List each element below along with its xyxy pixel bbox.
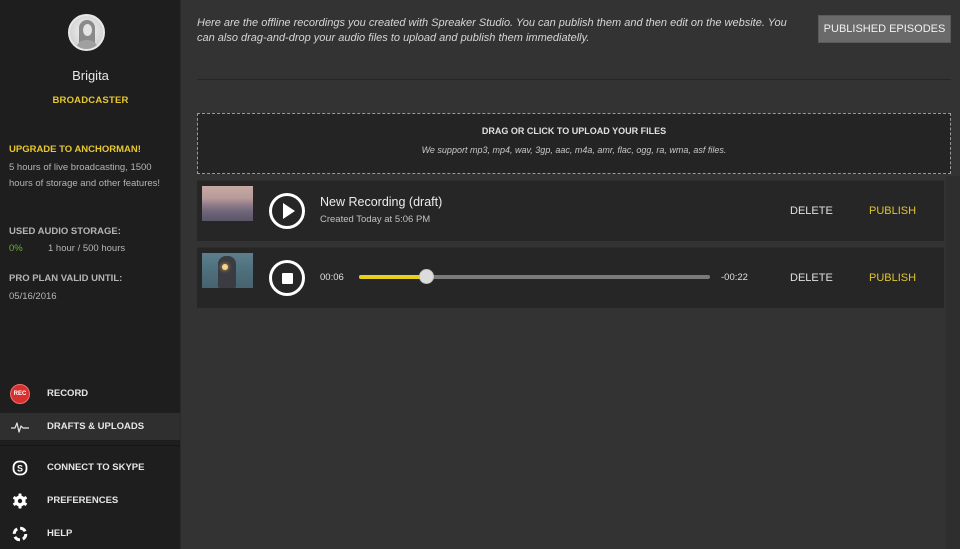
play-button[interactable] (269, 193, 305, 229)
rec-icon: REC (10, 383, 30, 404)
rec-badge: REC (10, 383, 30, 404)
recording-row: New Recording (draft) Created Today at 5… (197, 180, 944, 241)
delete-button[interactable]: DELETE (790, 205, 833, 217)
nav-label: HELP (47, 528, 73, 539)
recording-created: Created Today at 5:06 PM (320, 214, 431, 225)
delete-button[interactable]: DELETE (790, 272, 833, 284)
upgrade-description: 5 hours of live broadcasting, 1500 hours… (9, 162, 161, 189)
upload-dropzone[interactable]: DRAG OR CLICK TO UPLOAD YOUR FILES We su… (197, 113, 951, 174)
gear-icon (10, 491, 30, 511)
storage-label: USED AUDIO STORAGE: (9, 226, 121, 237)
skype-icon: S (10, 458, 30, 478)
thumbnail-figure (218, 256, 236, 288)
intro-text: Here are the offline recordings you crea… (197, 17, 787, 44)
time-elapsed: 00:06 (320, 272, 344, 283)
playback-progress-fill (359, 275, 426, 279)
svg-text:S: S (17, 463, 23, 473)
publish-button[interactable]: PUBLISH (869, 272, 916, 284)
nav-divider (0, 445, 180, 446)
thumbnail-light (222, 264, 228, 270)
plan-date: 05/16/2016 (9, 291, 57, 302)
avatar[interactable] (68, 14, 105, 51)
stop-icon (281, 272, 293, 284)
avatar-face (83, 24, 92, 36)
nav-label: RECORD (47, 388, 89, 399)
time-remaining: -00:22 (721, 272, 748, 283)
nav-label: CONNECT TO SKYPE (47, 462, 145, 473)
recording-row: 00:06 -00:22 DELETE PUBLISH (197, 247, 944, 308)
nav-item-preferences[interactable]: PREFERENCES (0, 487, 180, 514)
nav-item-connect-skype[interactable]: S CONNECT TO SKYPE (0, 454, 180, 481)
nav-item-help[interactable]: HELP (0, 520, 180, 547)
dropzone-subtitle: We support mp3, mp4, wav, 3gp, aac, m4a,… (421, 145, 727, 155)
storage-percent: 0% (9, 243, 23, 254)
playback-knob[interactable] (418, 269, 434, 284)
recording-thumbnail (202, 186, 253, 221)
user-name: Brigita (72, 68, 109, 83)
publish-button[interactable]: PUBLISH (869, 205, 916, 217)
waveform-icon (10, 417, 30, 437)
recording-thumbnail (202, 253, 253, 288)
scrollbar-track[interactable] (946, 176, 960, 549)
user-role: BROADCASTER (52, 95, 129, 106)
nav-label: DRAFTS & UPLOADS (47, 421, 145, 432)
lifebuoy-icon (10, 524, 30, 544)
divider (197, 79, 951, 80)
dropzone-title: DRAG OR CLICK TO UPLOAD YOUR FILES (481, 126, 667, 136)
main-content: Here are the offline recordings you crea… (181, 0, 960, 549)
nav-item-drafts-uploads[interactable]: DRAFTS & UPLOADS (0, 413, 180, 440)
recording-title: New Recording (draft) (320, 195, 443, 209)
stop-button[interactable] (269, 260, 305, 296)
upgrade-link[interactable]: UPGRADE TO ANCHORMAN! (9, 144, 141, 155)
nav-label: PREFERENCES (47, 495, 119, 506)
nav-item-record[interactable]: REC RECORD (0, 380, 180, 407)
storage-value: 1 hour / 500 hours (48, 243, 126, 254)
sidebar: Brigita BROADCASTER UPGRADE TO ANCHORMAN… (0, 0, 181, 549)
avatar-shoulders (76, 40, 98, 49)
plan-label: PRO PLAN VALID UNTIL: (9, 273, 123, 284)
play-icon (282, 203, 295, 219)
playback-slider[interactable] (359, 269, 710, 284)
published-episodes-button[interactable]: PUBLISHED EPISODES (818, 15, 951, 43)
